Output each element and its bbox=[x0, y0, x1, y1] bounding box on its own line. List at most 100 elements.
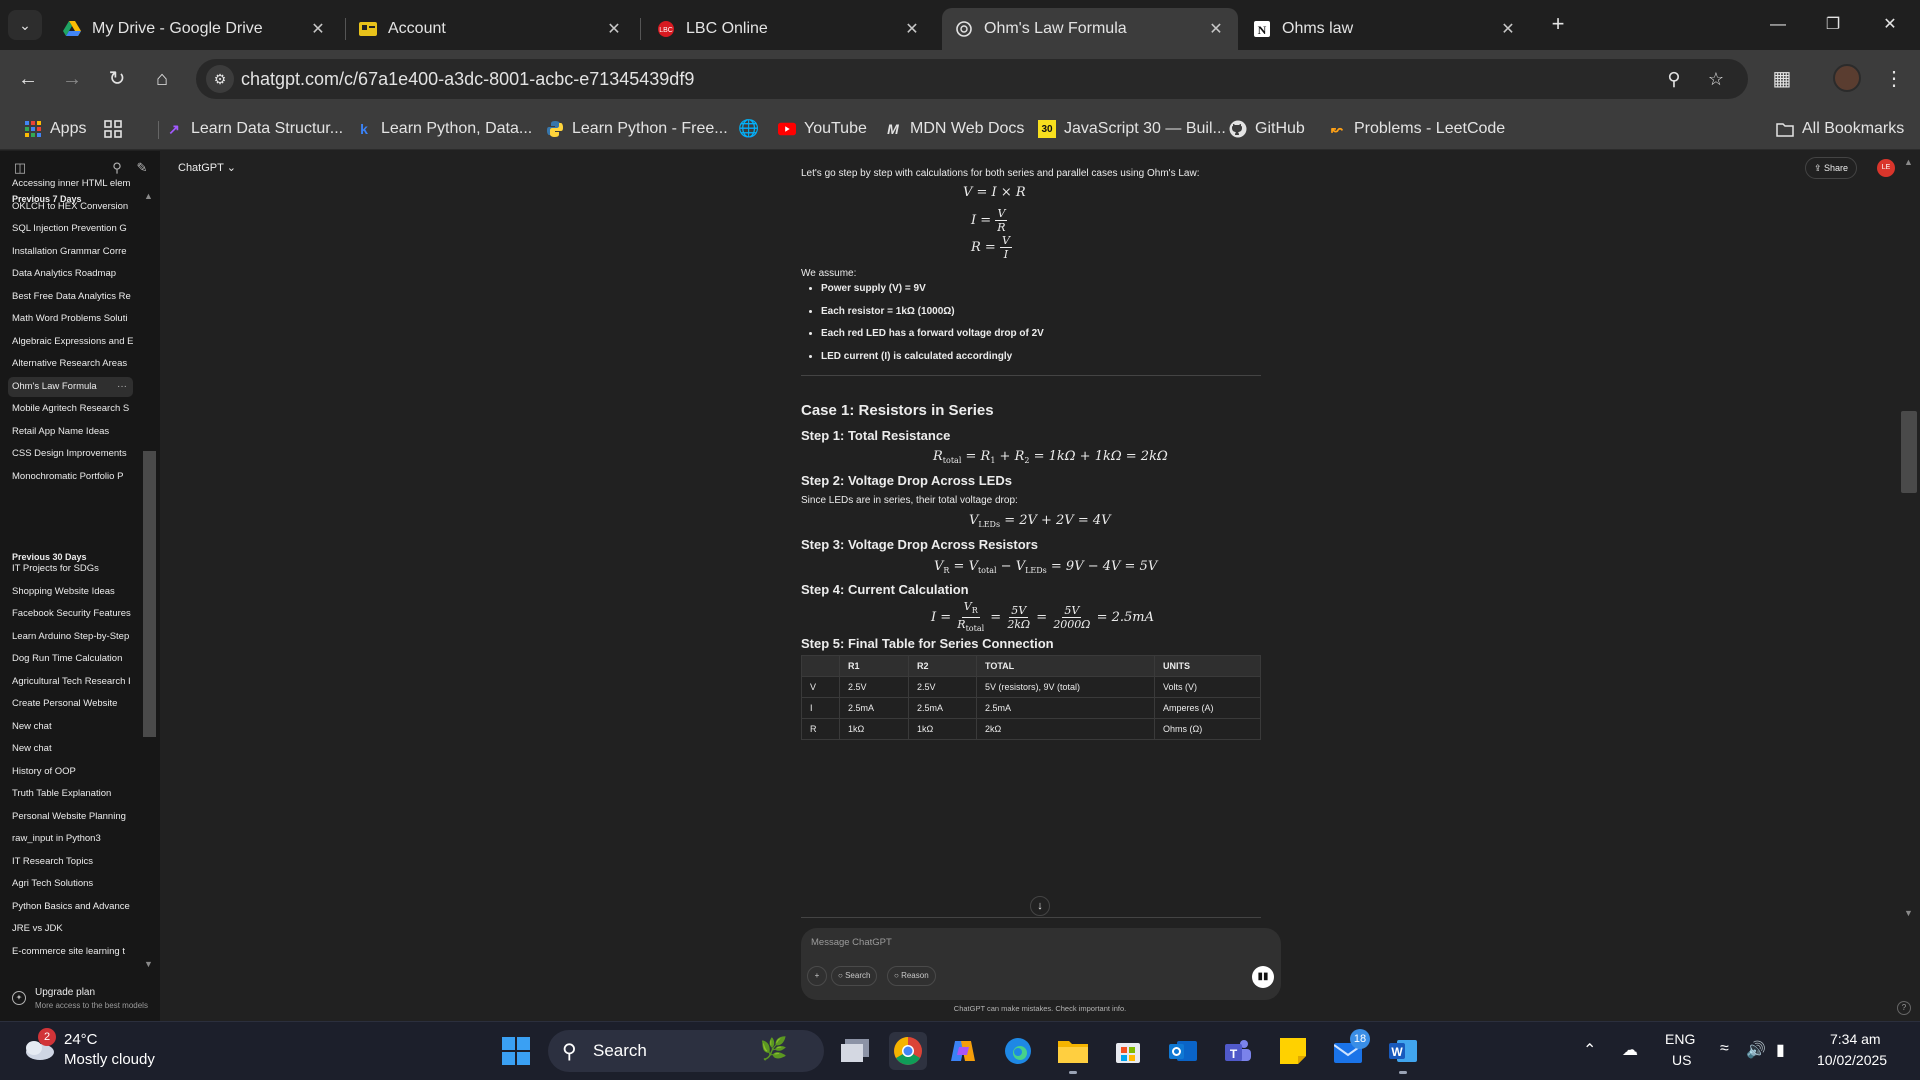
attach-button[interactable]: + bbox=[807, 966, 827, 986]
close-icon[interactable]: ✕ bbox=[1498, 19, 1518, 39]
volume-icon[interactable]: 🔊 bbox=[1746, 1040, 1766, 1060]
scroll-up-icon[interactable]: ▲ bbox=[1904, 157, 1913, 167]
bookmark-globe[interactable]: 🌐 bbox=[738, 117, 759, 141]
menu-kebab-icon[interactable]: ⋮ bbox=[1879, 64, 1909, 94]
sidebar-item[interactable]: Learn Arduino Step-by-Step bbox=[8, 627, 133, 647]
help-button[interactable]: ? bbox=[1897, 1001, 1911, 1015]
start-button[interactable] bbox=[497, 1032, 535, 1070]
sidebar-item[interactable]: Shopping Website Ideas bbox=[8, 582, 133, 602]
bookmark-tab-groups[interactable] bbox=[104, 117, 122, 141]
new-chat-icon[interactable]: ✎ bbox=[133, 159, 151, 177]
sidebar-item[interactable]: CSS Design Improvements bbox=[8, 444, 133, 464]
bookmark-youtube[interactable]: YouTube bbox=[778, 117, 867, 141]
sidebar-item[interactable]: Accessing inner HTML elem bbox=[8, 174, 133, 194]
sidebar-item[interactable]: SQL Injection Prevention G bbox=[8, 219, 133, 239]
battery-icon[interactable]: ▮ bbox=[1776, 1040, 1785, 1060]
address-bar[interactable]: ⚙ chatgpt.com/c/67a1e400-a3dc-8001-acbc-… bbox=[196, 59, 1748, 99]
site-info-icon[interactable]: ⚙ bbox=[206, 65, 234, 93]
bookmark-leetcode[interactable]: ↜ Problems - LeetCode bbox=[1328, 117, 1505, 141]
scroll-up-icon[interactable]: ▲ bbox=[144, 191, 153, 201]
sidebar-item[interactable]: raw_input in Python3 bbox=[8, 829, 133, 849]
taskbar-sticky-notes[interactable] bbox=[1274, 1032, 1312, 1070]
bookmark-javascript30[interactable]: 30 JavaScript 30 — Buil... bbox=[1038, 117, 1226, 141]
bookmark-learn-python-data[interactable]: k Learn Python, Data... bbox=[355, 117, 532, 141]
tab-account[interactable]: Account ✕ bbox=[346, 8, 636, 50]
taskbar-outlook[interactable] bbox=[1164, 1032, 1202, 1070]
reload-button[interactable]: ↻ bbox=[102, 64, 132, 94]
sidebar-item[interactable]: Math Word Problems Soluti bbox=[8, 309, 133, 329]
bookmark-star-icon[interactable]: ☆ bbox=[1704, 67, 1728, 91]
sidebar-item[interactable]: Best Free Data Analytics Re bbox=[8, 287, 133, 307]
clock-date[interactable]: 10/02/2025 bbox=[1817, 1052, 1887, 1068]
minimize-button[interactable]: — bbox=[1758, 10, 1798, 40]
avatar[interactable]: LE bbox=[1877, 159, 1895, 177]
tab-ohms-law-formula[interactable]: Ohm's Law Formula ✕ bbox=[942, 8, 1238, 50]
tray-overflow-chevron-icon[interactable]: ⌃ bbox=[1583, 1040, 1596, 1060]
taskbar-search[interactable]: ⚲ Search 🌿 bbox=[548, 1030, 824, 1072]
tab-ohms-law[interactable]: N Ohms law ✕ bbox=[1240, 8, 1530, 50]
tab-lbc-online[interactable]: LBC LBC Online ✕ bbox=[644, 8, 934, 50]
sidebar-item[interactable]: E-commerce site learning t bbox=[8, 942, 133, 962]
taskbar-word[interactable]: W bbox=[1384, 1032, 1422, 1074]
taskbar-copilot[interactable] bbox=[944, 1032, 982, 1070]
bookmark-mdn[interactable]: M MDN Web Docs bbox=[884, 117, 1024, 141]
sidebar-item[interactable]: Python Basics and Advance bbox=[8, 897, 133, 917]
taskbar-microsoft-store[interactable] bbox=[1109, 1032, 1147, 1070]
sidebar-item[interactable]: Retail App Name Ideas bbox=[8, 422, 133, 442]
close-icon[interactable]: ✕ bbox=[604, 19, 624, 39]
sidebar-item[interactable]: Data Analytics Roadmap bbox=[8, 264, 133, 284]
task-view-button[interactable] bbox=[836, 1032, 874, 1070]
model-selector[interactable]: ChatGPT ⌄ bbox=[178, 161, 236, 174]
sidebar-item[interactable]: Dog Run Time Calculation bbox=[8, 649, 133, 669]
search-toggle-button[interactable]: ○ Search bbox=[831, 966, 878, 986]
scroll-down-icon[interactable]: ▼ bbox=[144, 959, 153, 969]
sidebar-item[interactable]: OKLCH to HEX Conversion bbox=[8, 197, 133, 217]
forward-button[interactable]: → bbox=[57, 64, 87, 94]
bookmark-github[interactable]: GitHub bbox=[1229, 117, 1305, 141]
share-button[interactable]: ⇪ Share bbox=[1805, 157, 1857, 179]
sidebar-item[interactable]: Personal Website Planning bbox=[8, 807, 133, 827]
input-language[interactable]: ENG bbox=[1665, 1031, 1695, 1047]
scroll-down-icon[interactable]: ▼ bbox=[1904, 908, 1913, 918]
restore-button[interactable]: ❐ bbox=[1813, 10, 1853, 40]
scroll-to-bottom-button[interactable]: ↓ bbox=[1030, 896, 1050, 916]
sidebar-item[interactable]: Create Personal Website bbox=[8, 694, 133, 714]
close-window-button[interactable]: ✕ bbox=[1870, 10, 1910, 40]
sidebar-item[interactable]: Monochromatic Portfolio P bbox=[8, 467, 133, 487]
wifi-icon[interactable]: ≈ bbox=[1720, 1040, 1729, 1058]
new-tab-button[interactable]: + bbox=[1544, 12, 1572, 38]
taskbar-edge[interactable] bbox=[999, 1032, 1037, 1070]
more-options-icon[interactable]: ··· bbox=[117, 377, 127, 397]
sidebar-item[interactable]: Ohm's Law Formula ··· bbox=[8, 376, 133, 397]
taskbar-teams[interactable]: T bbox=[1219, 1032, 1257, 1070]
message-composer[interactable]: Message ChatGPT + ○ Search ○ Reason ▮▮ bbox=[801, 928, 1281, 1000]
close-icon[interactable]: ✕ bbox=[902, 19, 922, 39]
profile-avatar[interactable] bbox=[1833, 64, 1861, 92]
extensions-icon[interactable]: ▦ bbox=[1767, 64, 1797, 94]
tab-google-drive[interactable]: My Drive - Google Drive ✕ bbox=[50, 8, 340, 50]
sidebar-item[interactable]: IT Projects for SDGs bbox=[8, 559, 133, 579]
weather-temperature[interactable]: 24°C bbox=[64, 1031, 98, 1048]
message-input[interactable]: Message ChatGPT bbox=[811, 937, 892, 948]
bookmark-learn-dsa[interactable]: ↗ Learn Data Structur... bbox=[165, 117, 343, 141]
chat-scrollbar-thumb[interactable] bbox=[1901, 411, 1917, 493]
weather-description[interactable]: Mostly cloudy bbox=[64, 1051, 155, 1068]
back-button[interactable]: ← bbox=[13, 64, 43, 94]
sidebar-item[interactable]: Agri Tech Solutions bbox=[8, 874, 133, 894]
sidebar-item[interactable]: Installation Grammar Corre bbox=[8, 242, 133, 262]
reason-toggle-button[interactable]: ○ Reason bbox=[887, 966, 936, 986]
sidebar-item[interactable]: Algebraic Expressions and E bbox=[8, 332, 133, 352]
sidebar-item[interactable]: History of OOP bbox=[8, 762, 133, 782]
tab-search-button[interactable]: ⌄ bbox=[8, 10, 42, 40]
bookmark-learn-python-free[interactable]: Learn Python - Free... bbox=[546, 117, 728, 141]
all-bookmarks-button[interactable]: All Bookmarks bbox=[1776, 117, 1904, 141]
close-icon[interactable]: ✕ bbox=[308, 19, 328, 39]
taskbar-chrome[interactable] bbox=[889, 1032, 927, 1070]
sidebar-item[interactable]: IT Research Topics bbox=[8, 852, 133, 872]
sidebar-item[interactable]: Mobile Agritech Research S bbox=[8, 399, 133, 419]
sidebar-item[interactable]: New chat bbox=[8, 717, 133, 737]
zoom-icon[interactable]: ⚲ bbox=[1662, 67, 1686, 91]
onedrive-sync-error-icon[interactable]: ☁ bbox=[1622, 1040, 1638, 1060]
sidebar-scrollbar-thumb[interactable] bbox=[143, 451, 156, 737]
sidebar-item[interactable]: Facebook Security Features bbox=[8, 604, 133, 624]
